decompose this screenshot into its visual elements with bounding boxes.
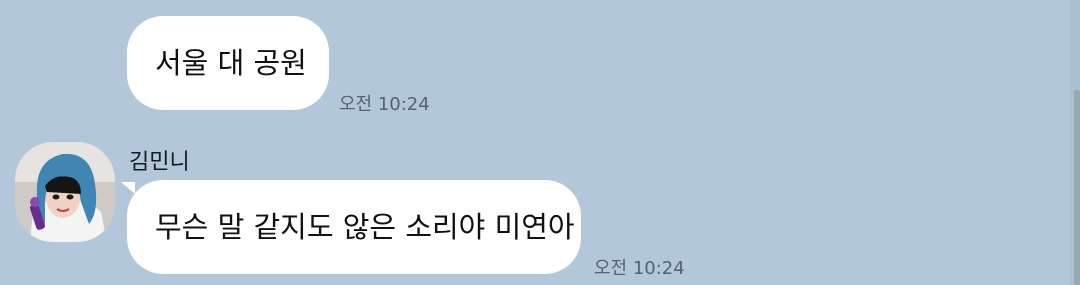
scrollbar-thumb[interactable] — [1074, 90, 1080, 285]
message-timestamp: 오전 10:24 — [594, 258, 685, 279]
message-timestamp: 오전 10:24 — [339, 94, 430, 115]
sender-name: 김민니 — [129, 150, 190, 175]
scrollbar-track[interactable] — [1070, 0, 1080, 285]
message-bubble[interactable]: 무슨 말 같지도 않은 소리야 미연아 — [127, 180, 581, 274]
message-text: 서울 대 공원 — [155, 45, 307, 80]
avatar[interactable] — [15, 142, 115, 242]
message-bubble[interactable]: 서울 대 공원 — [127, 16, 329, 110]
chat-room: 서울 대 공원 오전 10:24 김민니 무슨 말 같지도 않은 소리야 미연아… — [0, 0, 1080, 285]
profile-photo-icon — [15, 142, 115, 242]
bubble-tail — [121, 182, 135, 194]
message-text: 무슨 말 같지도 않은 소리야 미연아 — [155, 209, 575, 244]
